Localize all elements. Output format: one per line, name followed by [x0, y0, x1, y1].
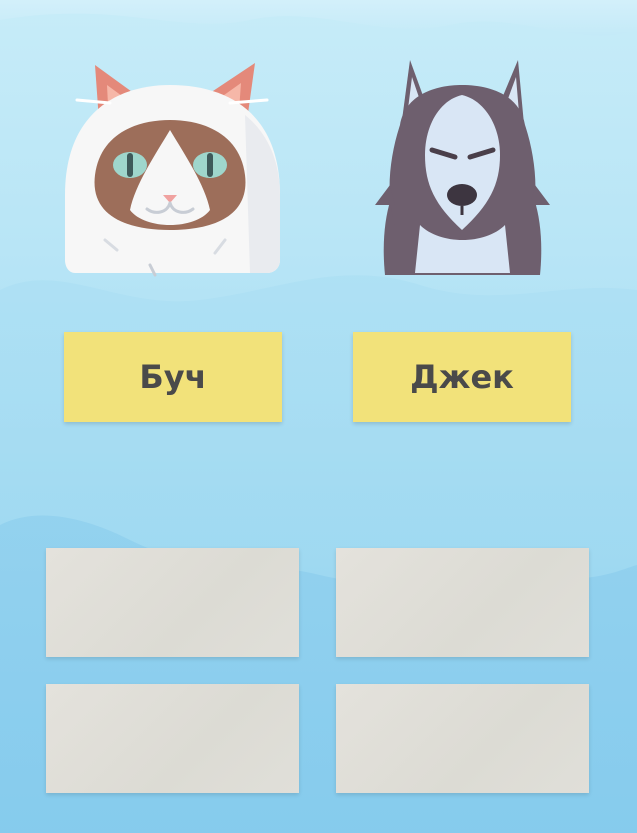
answer-slot-1[interactable]: [46, 548, 299, 657]
answer-slot-4[interactable]: [336, 684, 589, 793]
husky-dog-icon: [375, 60, 550, 275]
name-button-butch[interactable]: Буч: [64, 332, 282, 422]
answer-slot-3[interactable]: [46, 684, 299, 793]
answer-slot-2[interactable]: [336, 548, 589, 657]
name-button-jack[interactable]: Джек: [353, 332, 571, 422]
ragdoll-cat-icon: [65, 63, 280, 277]
